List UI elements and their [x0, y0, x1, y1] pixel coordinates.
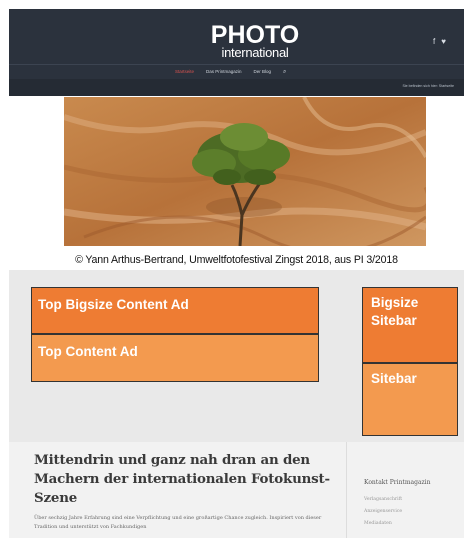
article-headline: Mittendrin und ganz nah dran an den Mach… [34, 452, 330, 506]
article-intro: Über sechzig Jahre Erfahrung sind eine V… [34, 515, 322, 530]
sidebar-title: Kontakt Printmagazin [364, 479, 431, 486]
main-nav: Startseite Das Printmagazin Der Blog ⌕ [169, 67, 292, 82]
sidebar-divider [346, 442, 347, 538]
breadcrumb: Sie befinden sich hier: Startseite [402, 84, 454, 88]
top-strip [9, 0, 464, 9]
sidebar-link-mediadaten[interactable]: Mediadaten [364, 518, 402, 530]
sitebar-ad[interactable]: Sitebar [362, 363, 458, 436]
image-caption: © Yann Arthus-Bertrand, Umweltfotofestiv… [75, 254, 398, 266]
sidebar-link-anzeigenservice[interactable]: Anzeigenservice [364, 506, 402, 518]
site-logo[interactable]: PHOTO international [205, 21, 305, 60]
top-content-ad[interactable]: Top Content Ad [31, 334, 319, 382]
header-divider [9, 64, 464, 65]
social-links: f ♥ [433, 37, 446, 46]
sidebar-links: Verlagsanschrift Anzeigenservice Mediada… [364, 494, 402, 530]
nav-item-startseite[interactable]: Startseite [169, 67, 200, 82]
ad-area: Top Bigsize Content Ad Top Content Ad Bi… [9, 270, 464, 442]
logo-main-text: PHOTO [210, 21, 300, 49]
nav-item-blog[interactable]: Der Blog [248, 67, 278, 78]
search-icon[interactable]: ⌕ [277, 67, 292, 78]
site-header: PHOTO international f ♥ Startseite Das P… [9, 9, 464, 96]
main-content: Mittendrin und ganz nah dran an den Mach… [9, 442, 464, 538]
hero-image [64, 97, 426, 246]
sidebar-link-verlagsanschrift[interactable]: Verlagsanschrift [364, 494, 402, 506]
bigsize-sitebar-ad[interactable]: Bigsize Sitebar [362, 287, 458, 363]
top-bigsize-content-ad[interactable]: Top Bigsize Content Ad [31, 287, 319, 334]
breadcrumb-bar: Sie befinden sich hier: Startseite [9, 79, 464, 96]
facebook-icon[interactable]: f [433, 37, 435, 46]
nav-item-printmagazin[interactable]: Das Printmagazin [200, 67, 248, 78]
tree-photo [64, 97, 426, 246]
heart-icon[interactable]: ♥ [441, 37, 446, 46]
